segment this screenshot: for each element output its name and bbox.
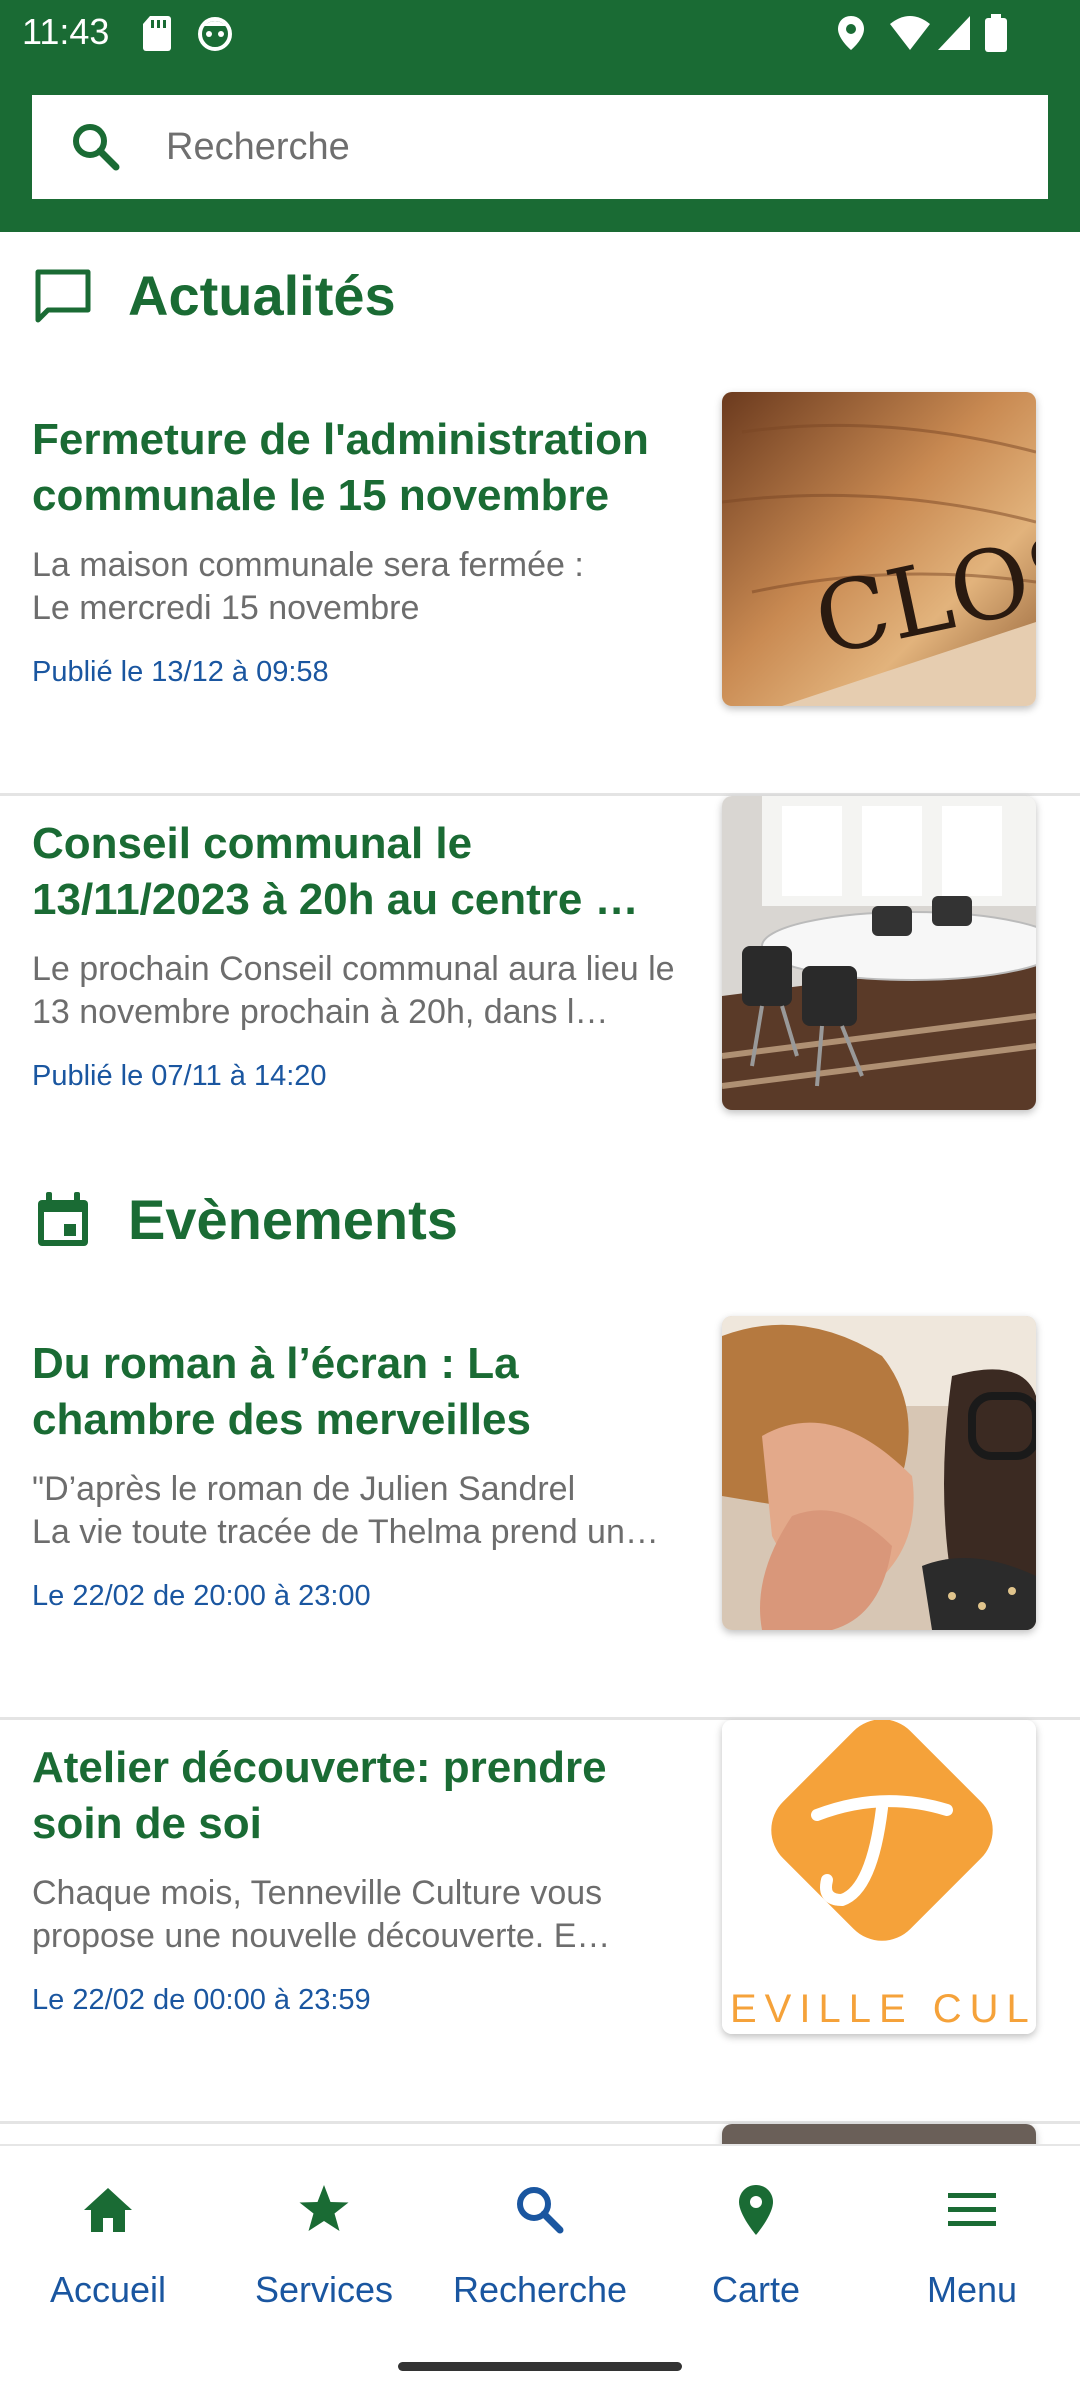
signal-icon [938,16,970,50]
event-description: Chaque mois, Tenneville Culture vous pro… [32,1874,611,1955]
event-title: Atelier découverte: prendre soin de soi [32,1743,607,1848]
events-section-header: Evènements [32,1180,632,1260]
event-title: Du roman à l’écran : La chambre des merv… [32,1339,531,1444]
news-date: Publié le 13/12 à 09:58 [32,656,329,688]
news-date: Publié le 07/11 à 14:20 [32,1060,327,1092]
wifi-icon [890,16,930,50]
app-header: 11:43 [0,0,1080,232]
nav-carte[interactable]: Carte [648,2172,864,2332]
assistant-icon [198,17,232,51]
battery-icon [985,14,1007,52]
status-time: 11:43 [22,11,110,52]
calendar-icon [38,1192,88,1246]
hamburger-menu-icon [948,2193,996,2226]
news-section-header: Actualités [32,256,632,336]
nav-label: Services [254,2269,394,2310]
home-icon [84,2188,132,2232]
nav-label: Accueil [49,2269,167,2310]
nav-recherche[interactable]: Recherche [432,2172,648,2332]
nav-label: Menu [926,2269,1018,2310]
nav-accueil[interactable]: Accueil [0,2172,216,2332]
search-icon [517,2187,564,2234]
news-thumbnail-closed-sign[interactable]: CLOSED [722,392,1036,706]
search-icon [73,124,120,171]
search-input[interactable] [166,95,1026,199]
news-title: Fermeture de l'administration communale … [32,415,649,520]
sd-card-icon [143,16,171,51]
status-bar: 11:43 [0,0,1080,66]
news-description: Le prochain Conseil communal aura lieu l… [32,950,675,1031]
chat-bubble-icon [35,269,91,323]
events-section-title: Evènements [128,1188,458,1251]
nav-services[interactable]: Services [216,2172,432,2332]
event-thumbnail-movie-still[interactable] [722,1316,1036,1630]
event-thumbnail-tenneville-culture-logo[interactable]: EVILLE CUL [722,1720,1036,2034]
home-feed[interactable]: Actualités Fermeture de l'administration… [0,232,1080,2144]
nav-label: Recherche [452,2269,628,2310]
map-pin-icon [739,2185,773,2235]
home-indicator[interactable] [398,2362,682,2371]
news-title: Conseil communal le 13/11/2023 à 20h au … [32,819,639,924]
search-bar[interactable] [32,95,1048,199]
logo-text: EVILLE CUL [730,1987,1036,2031]
nav-label: Carte [711,2269,801,2310]
news-thumbnail-meeting-room[interactable] [722,796,1036,1110]
nav-menu[interactable]: Menu [864,2172,1080,2332]
event-description: "D’après le roman de Julien Sandrel La v… [32,1470,659,1551]
news-section-title: Actualités [128,264,396,327]
event-date: Le 22/02 de 20:00 à 23:00 [32,1580,371,1612]
event-thumbnail-partial[interactable] [722,2124,1036,2144]
location-icon [838,16,864,50]
star-icon [299,2185,349,2231]
event-date: Le 22/02 de 00:00 à 23:59 [32,1984,371,2016]
news-description: La maison communale sera fermée : Le mer… [32,546,584,627]
